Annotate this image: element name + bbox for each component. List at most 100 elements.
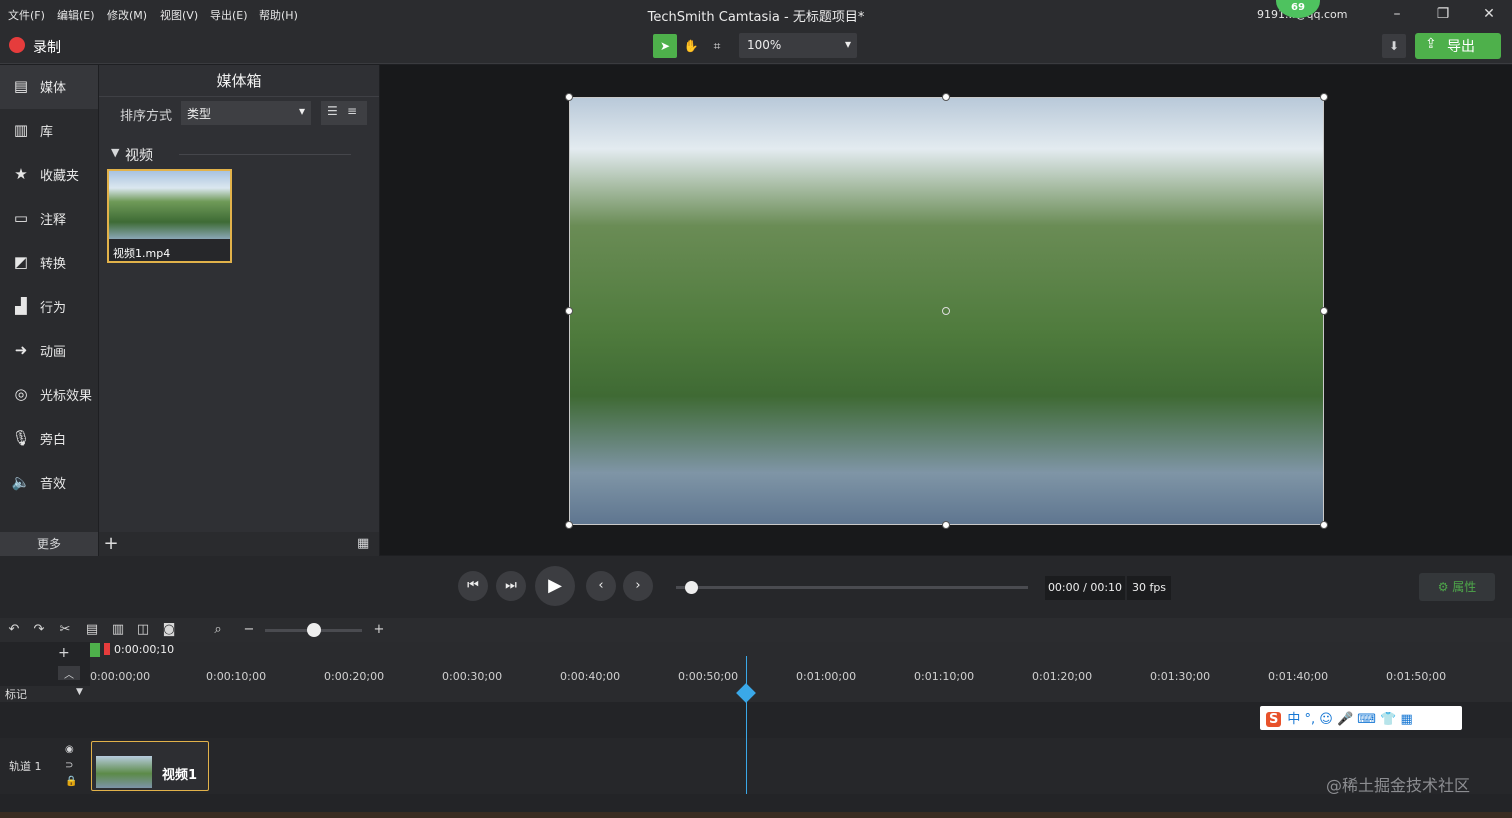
sidebar-item-animations[interactable]: ➜ 动画 [0, 329, 98, 373]
export-button[interactable]: ⇪ 导出 [1415, 33, 1501, 59]
cut-icon[interactable]: ✂ [56, 621, 74, 639]
camera-icon[interactable]: ◙ [160, 621, 178, 639]
sidebar-label: 转换 [40, 257, 67, 272]
rotate-handle[interactable] [942, 307, 950, 315]
close-icon[interactable]: ✕ [1478, 4, 1500, 24]
tick-label: 0:01:40;00 [1268, 670, 1329, 683]
sort-icon[interactable]: ≡ [347, 104, 357, 118]
taskbar [0, 812, 1512, 818]
playhead-start-marker[interactable] [90, 643, 100, 657]
zoom-select[interactable]: 100% ▾ [739, 33, 857, 58]
resize-handle[interactable] [565, 521, 573, 529]
chevron-down-icon[interactable]: ▼ [111, 146, 119, 159]
copy-icon[interactable]: ▤ [83, 621, 101, 639]
timeline-clip[interactable]: 视频1 [91, 741, 209, 791]
scrubber-track[interactable] [676, 586, 1028, 589]
scrubber-knob[interactable] [685, 581, 698, 594]
crop-tool-icon[interactable]: ⌗ [705, 34, 729, 58]
behavior-icon: ▟ [15, 297, 27, 315]
search-icon[interactable]: ⌕ [209, 621, 227, 639]
tick-label: 0:01:50;00 [1386, 670, 1447, 683]
track-row [0, 738, 1512, 794]
sogou-logo-icon: S [1266, 712, 1282, 727]
sidebar-item-narration[interactable]: 🎙 旁白 [0, 417, 98, 461]
media-filename: 视频1.mp4 [113, 247, 171, 260]
pan-tool-icon[interactable]: ✋ [679, 34, 703, 58]
gear-icon: ⚙ [1437, 580, 1453, 594]
zoom-value: 100% [747, 38, 782, 52]
sidebar-item-media[interactable]: ▤ 媒体 [0, 65, 98, 109]
grid-view-icon[interactable]: ▦ [357, 536, 369, 551]
resize-handle[interactable] [565, 93, 573, 101]
zoom-out-icon[interactable]: − [240, 621, 258, 639]
resize-handle[interactable] [1320, 93, 1328, 101]
step-forward-icon[interactable]: ⏭ [496, 571, 526, 601]
undo-icon[interactable]: ↶ [5, 621, 23, 639]
ime-status: 中 °, ☺ 🎤 ⌨ 👕 ▦ [1287, 712, 1413, 727]
next-icon[interactable]: › [623, 571, 653, 601]
zoom-in-icon[interactable]: + [370, 621, 388, 639]
add-icon[interactable]: + [99, 532, 123, 556]
callout-icon: ▭ [13, 209, 29, 227]
select-tool-icon[interactable]: ➤ [653, 34, 677, 58]
record-button[interactable]: 录制 [33, 37, 61, 57]
tick-label: 0:00:50;00 [678, 670, 739, 683]
sort-select[interactable]: 类型 ▾ [181, 101, 311, 125]
sidebar-item-cursor-effects[interactable]: ◎ 光标效果 [0, 373, 98, 417]
transition-icon: ◩ [13, 253, 29, 271]
more-button[interactable]: 更多 [0, 532, 98, 556]
download-icon[interactable]: ⬇ [1382, 34, 1406, 58]
marker-label: 标记 [5, 688, 27, 701]
ime-toolbar[interactable]: S 中 °, ☺ 🎤 ⌨ 👕 ▦ [1260, 706, 1462, 730]
cursor-icon: ◎ [14, 385, 28, 403]
film-icon: ▤ [13, 77, 29, 95]
redo-icon[interactable]: ↷ [30, 621, 48, 639]
sidebar-item-favorites[interactable]: ★ 收藏夹 [0, 153, 98, 197]
link-icon[interactable]: ⊃ [65, 760, 73, 771]
media-bin-panel: 媒体箱 排序方式 类型 ▾ ☰ ≡ ▼ 视频 视频1.mp4 [99, 65, 379, 555]
minimize-icon[interactable]: – [1386, 4, 1408, 24]
timeline-zoom-knob[interactable] [307, 623, 321, 637]
title-bar: 文件(F) 编辑(E) 修改(M) 视图(V) 导出(E) 帮助(H) Tech… [0, 0, 1512, 28]
divider [179, 154, 351, 155]
resize-handle[interactable] [565, 307, 573, 315]
sidebar-item-library[interactable]: ▥ 库 [0, 109, 98, 153]
restore-icon[interactable]: ❐ [1432, 4, 1454, 24]
paste-icon[interactable]: ▥ [109, 621, 127, 639]
timeline-ruler[interactable]: 0:00:00;00 0:00:10;00 0:00:20;00 0:00:30… [90, 642, 1512, 686]
current-time: 0:00:00;10 [114, 643, 175, 656]
speaker-icon: 🔈 [11, 473, 31, 491]
add-track-icon[interactable]: + [58, 645, 70, 661]
resize-handle[interactable] [1320, 521, 1328, 529]
playhead-end-marker[interactable] [104, 643, 110, 655]
resize-handle[interactable] [1320, 307, 1328, 315]
sidebar-item-annotations[interactable]: ▭ 注释 [0, 197, 98, 241]
properties-button[interactable]: ⚙ 属性 [1419, 573, 1495, 601]
lock-icon[interactable]: 🔒 [65, 776, 77, 787]
playhead-line[interactable] [746, 656, 747, 794]
resize-handle[interactable] [942, 521, 950, 529]
resize-handle[interactable] [942, 93, 950, 101]
sidebar-item-transitions[interactable]: ◩ 转换 [0, 241, 98, 285]
sidebar-label: 光标效果 [40, 389, 93, 404]
time-display: 00:00 / 00:10 [1045, 576, 1125, 600]
chevron-down-icon[interactable]: ▼ [76, 687, 83, 697]
previous-icon[interactable]: ‹ [586, 571, 616, 601]
tick-label: 0:00:30;00 [442, 670, 503, 683]
collapse-icon[interactable]: ︿ [58, 666, 80, 681]
list-view-icon[interactable]: ☰ [327, 104, 338, 118]
split-icon[interactable]: ◫ [134, 621, 152, 639]
eye-icon[interactable]: ◉ [65, 744, 74, 755]
sidebar-item-audio-effects[interactable]: 🔈 音效 [0, 461, 98, 505]
record-icon[interactable] [9, 37, 25, 53]
tick-label: 0:01:00;00 [796, 670, 857, 683]
sort-order-buttons[interactable]: ☰ ≡ [321, 101, 367, 125]
step-back-icon[interactable]: ⏮ [458, 571, 488, 601]
media-thumbnail[interactable]: 视频1.mp4 [107, 169, 232, 263]
sidebar-label: 动画 [40, 345, 67, 360]
track-label: 轨道 1 [9, 760, 42, 773]
play-icon[interactable]: ▶ [535, 566, 575, 606]
sidebar-item-behaviors[interactable]: ▟ 行为 [0, 285, 98, 329]
export-label: 导出 [1447, 39, 1475, 55]
tick-label: 0:00:10;00 [206, 670, 267, 683]
